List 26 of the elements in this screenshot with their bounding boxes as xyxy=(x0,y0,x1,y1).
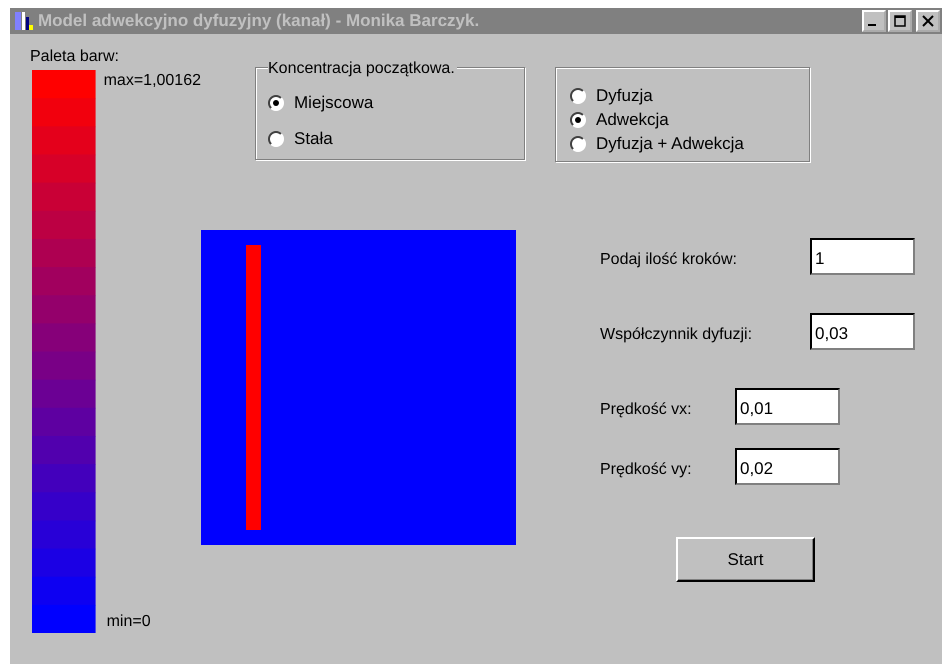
maximize-button[interactable] xyxy=(888,10,912,32)
field-label: Prędkość vx: xyxy=(600,401,693,420)
radio-option[interactable]: Stała xyxy=(268,124,524,154)
radio-option[interactable]: Dyfuzja xyxy=(570,84,809,108)
field-label: Prędkość vy: xyxy=(600,461,693,480)
radio-option[interactable]: Adwekcja xyxy=(570,108,809,132)
input-field[interactable]: 0,03 xyxy=(810,313,915,350)
max-label: max=1,00162 xyxy=(104,72,201,90)
group-legend: Koncentracja początkowa. xyxy=(268,61,457,77)
radio-option[interactable]: Miejscowa xyxy=(268,88,524,118)
palette-label: Paleta barw: xyxy=(30,48,120,66)
input-field[interactable]: 0,02 xyxy=(735,448,840,485)
radio-option[interactable]: Dyfuzja + Adwekcja xyxy=(570,132,809,156)
window-title: Model adwekcyjno dyfuzyjny (kanał) - Monika Barczyk. xyxy=(38,11,480,31)
minimize-button[interactable] xyxy=(862,10,886,32)
field-label: Podaj ilość kroków: xyxy=(600,251,738,270)
minimize-icon xyxy=(868,24,876,26)
input-field[interactable]: 0,01 xyxy=(735,388,840,425)
min-label: min=0 xyxy=(106,613,152,631)
close-button[interactable] xyxy=(916,10,940,32)
maximize-icon xyxy=(893,15,907,27)
start-button[interactable]: Start xyxy=(676,537,815,582)
app-icon xyxy=(14,11,34,31)
field-label: Współczynnik dyfuzji: xyxy=(600,326,754,345)
input-field[interactable]: 1 xyxy=(810,238,915,275)
close-icon xyxy=(921,15,935,27)
